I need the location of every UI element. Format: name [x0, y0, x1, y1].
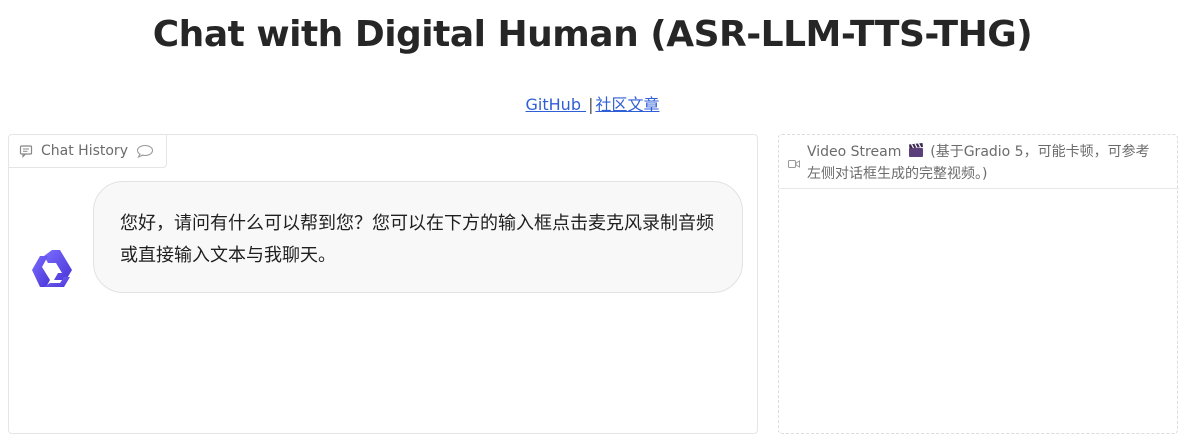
chat-history-label: Chat History [9, 135, 167, 168]
speech-bubble-icon [136, 144, 154, 158]
page-title: Chat with Digital Human (ASR-LLM-TTS-THG… [152, 14, 1033, 55]
community-article-link[interactable]: 社区文章 [595, 95, 659, 114]
chat-history-panel[interactable]: Chat History 您好，请问有什么可以帮到您？您可以在下方的输入框点击麦… [8, 134, 758, 434]
header-links: GitHub | 社区文章 [0, 91, 1185, 115]
chat-history-title: Chat History [41, 143, 128, 159]
video-stream-panel[interactable]: Video Stream (基于Gradio 5，可能卡顿，可参考左侧对话框生成… [778, 134, 1179, 434]
video-stream-title: Video Stream [807, 144, 902, 160]
clapper-board-icon [908, 143, 924, 164]
video-stream-label: Video Stream (基于Gradio 5，可能卡顿，可参考左侧对话框生成… [779, 135, 1179, 189]
qwen-logo-icon [29, 247, 75, 293]
github-link[interactable]: GitHub [526, 95, 587, 114]
chat-bubble-icon [19, 144, 33, 158]
assistant-message-bubble: 您好，请问有什么可以帮到您？您可以在下方的输入框点击麦克风录制音频或直接输入文本… [93, 181, 743, 293]
